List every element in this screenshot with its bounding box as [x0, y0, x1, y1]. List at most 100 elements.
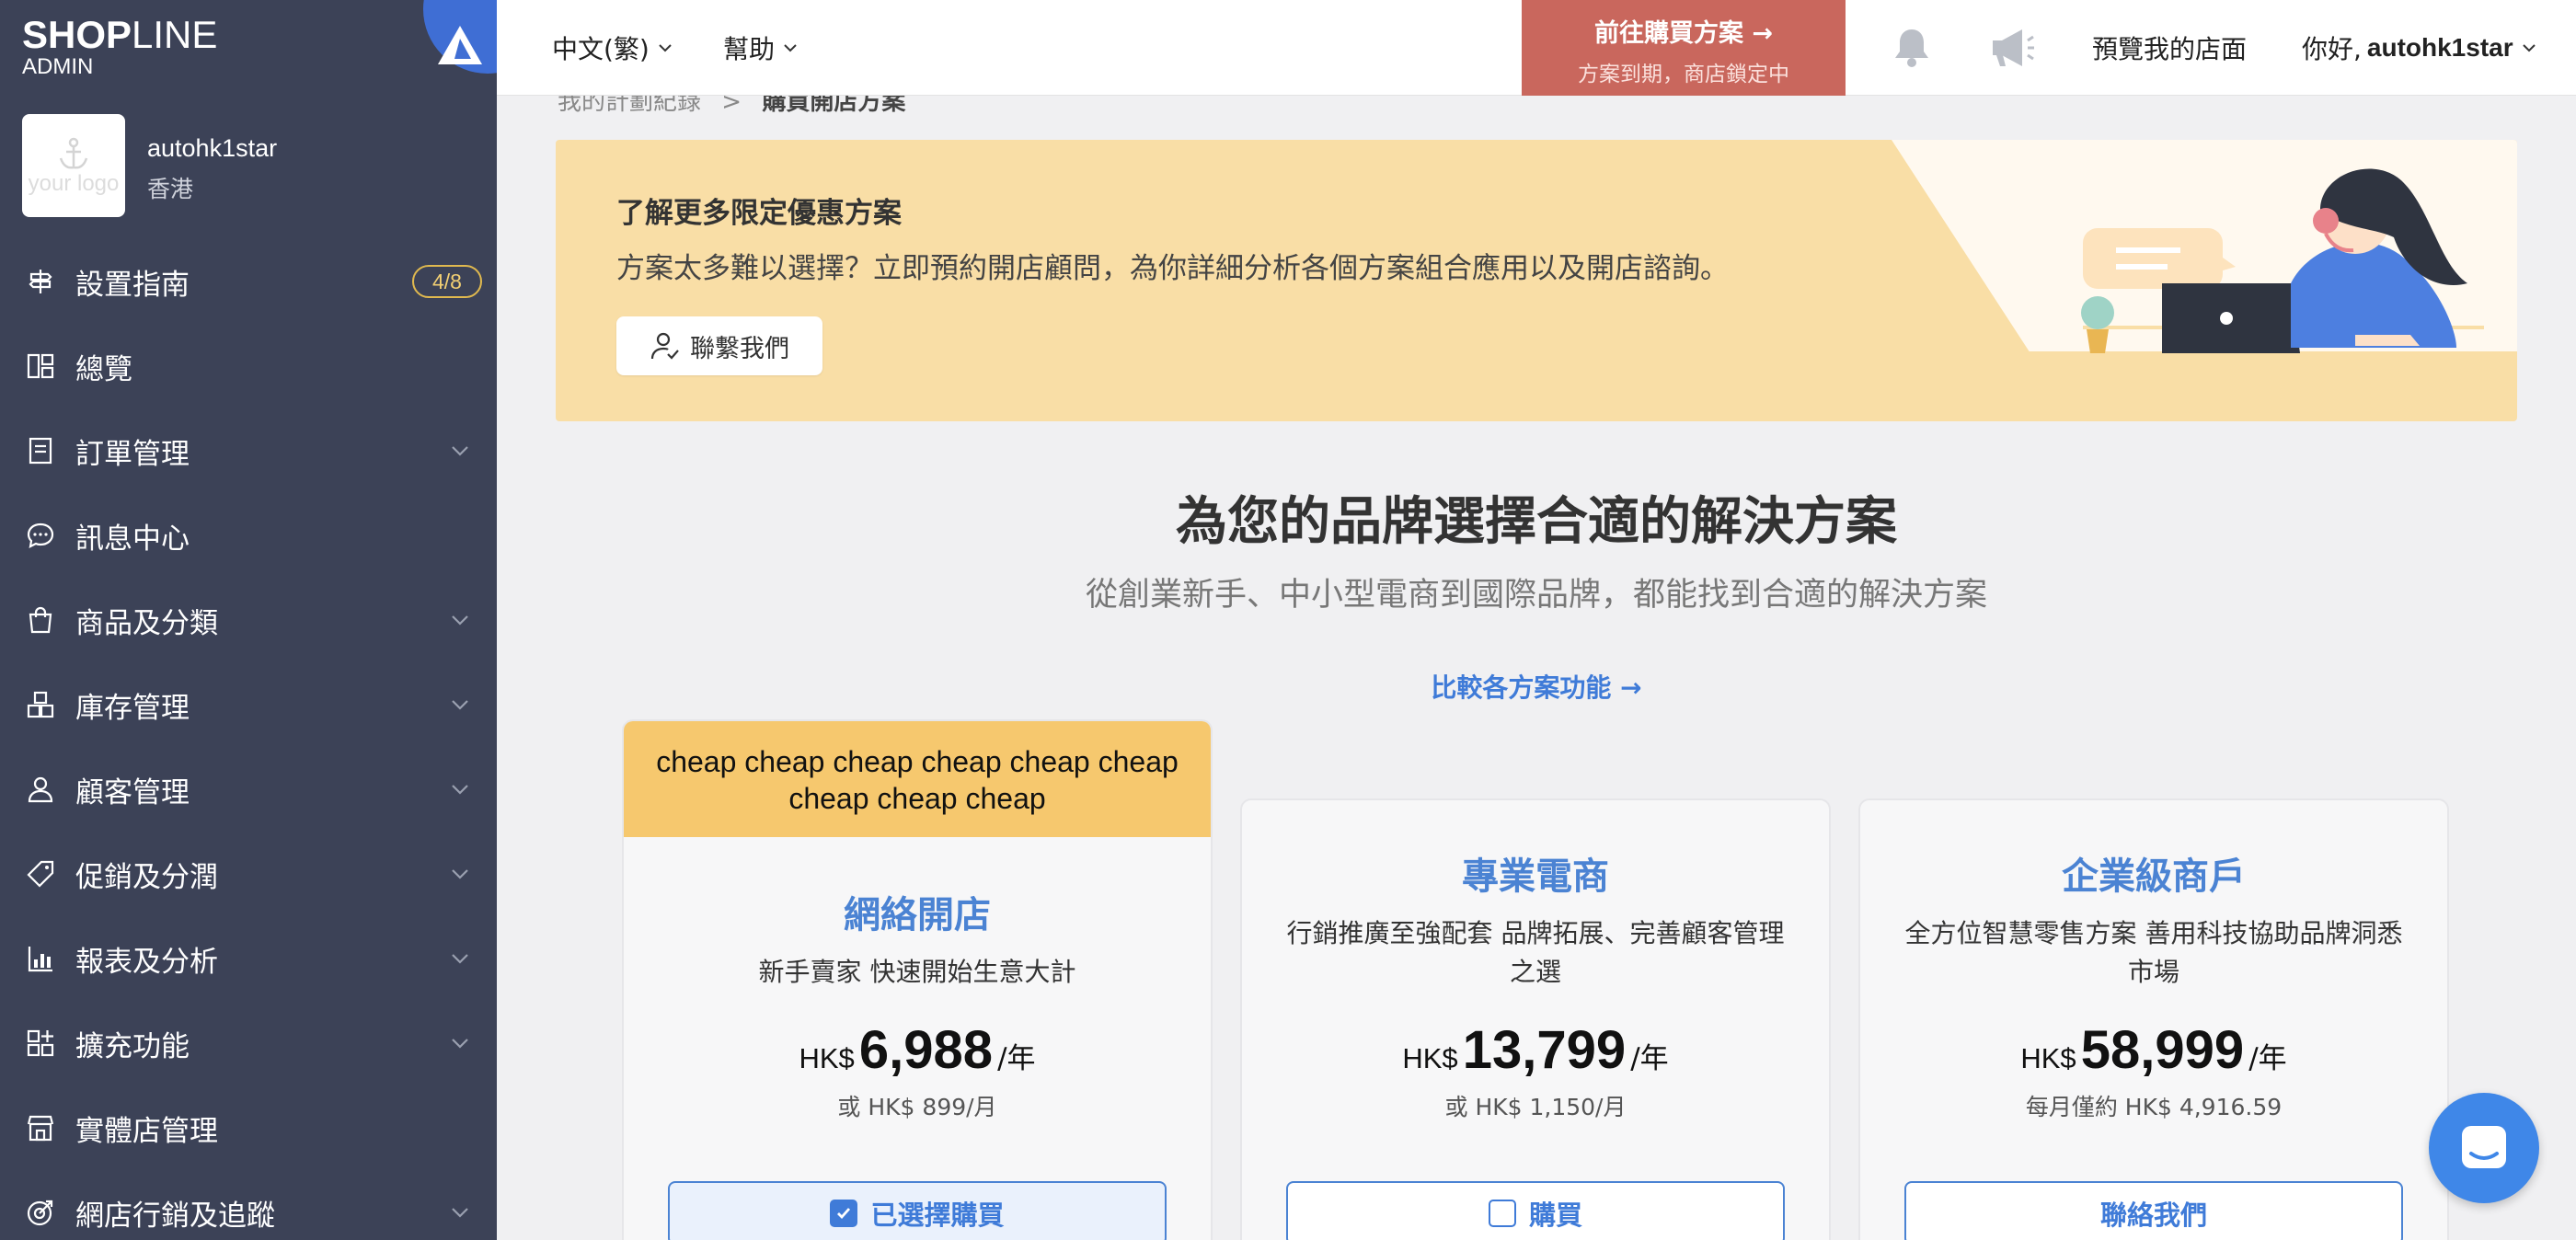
promo-title: 了解更多限定優惠方案: [616, 197, 902, 230]
chevron-down-icon: [784, 44, 797, 52]
chevron-down-icon: [452, 869, 468, 879]
contact-us-button[interactable]: 聯繫我們: [616, 316, 822, 375]
top-header: 中文(繁) 幫助 前往購買方案 → 方案到期，商店鎖定中 預覽我的店面 你好, …: [497, 0, 2576, 96]
user-menu[interactable]: 你好, autohk1star: [2302, 29, 2537, 66]
sidebar-item-label: 庫存管理: [75, 691, 190, 725]
sidebar-item-label: 報表及分析: [75, 945, 218, 979]
breadcrumb-parent[interactable]: 我的計劃紀錄: [558, 96, 701, 116]
plan-name: 網絡開店: [844, 894, 991, 936]
sidebar-item-inventory[interactable]: 庫存管理: [0, 662, 497, 747]
plan-button-label: 購買: [1528, 1200, 1582, 1231]
promo-banner: 了解更多限定優惠方案 方案太多難以選擇？立即預約開店顧問，為你詳細分析各個方案組…: [556, 140, 2517, 421]
breadcrumb: 我的計劃紀錄 > 購買開店方案: [558, 96, 905, 117]
promo-description: 方案太多難以選擇？立即預約開店顧問，為你詳細分析各個方案組合應用以及開店諮詢。: [616, 252, 1729, 285]
store-icon: [26, 1113, 55, 1142]
plan-price: HK$ 58,999 /年: [1860, 1019, 2447, 1081]
help-label: 幫助: [723, 34, 776, 64]
sidebar-item-extensions[interactable]: 擴充功能: [0, 1001, 497, 1085]
sidebar-item-dashboard[interactable]: 總覽: [0, 324, 497, 408]
plan-contact-button[interactable]: 聯絡我們: [1904, 1181, 2403, 1240]
admin-label: ADMIN: [22, 54, 94, 79]
tag-icon: [26, 859, 55, 889]
preview-store-link[interactable]: 預覽我的店面: [2092, 29, 2247, 66]
sidebar-item-label: 設置指南: [75, 268, 190, 302]
chevron-down-icon: [452, 954, 468, 964]
checkbox-checked-icon: [830, 1200, 858, 1227]
sidebar-item-marketing[interactable]: 網店行銷及追蹤: [0, 1170, 497, 1240]
mountain-logo-icon: [438, 26, 482, 64]
sidebar-item-products[interactable]: 商品及分類: [0, 578, 497, 662]
sidebar-item-label: 擴充功能: [75, 1029, 190, 1063]
chevron-down-icon: [452, 1208, 468, 1218]
price-unit: /年: [997, 1042, 1036, 1075]
sidebar-item-reports[interactable]: 報表及分析: [0, 916, 497, 1001]
price-currency: HK$: [1402, 1042, 1458, 1074]
sidebar-item-orders[interactable]: 訂單管理: [0, 408, 497, 493]
checkbox-icon: [1488, 1200, 1516, 1227]
plan-buy-button[interactable]: 購買: [1286, 1181, 1785, 1240]
sidebar-item-label: 商品及分類: [75, 606, 218, 640]
plan-name: 專業電商: [1462, 855, 1609, 898]
plan-selected-button[interactable]: 已選擇購買: [668, 1181, 1167, 1240]
breadcrumb-separator: >: [721, 96, 742, 116]
plan-price: HK$ 6,988 /年: [624, 1019, 1211, 1081]
sidebar-item-label: 總覽: [75, 352, 132, 386]
chevron-down-icon: [452, 785, 468, 795]
main-content: 我的計劃紀錄 > 購買開店方案 了解更多限定優惠方案 方案太多難以選擇？立即預約…: [497, 96, 2576, 1240]
compare-plans-link[interactable]: 比較各方案功能 →: [497, 668, 2576, 705]
price-unit: /年: [2248, 1042, 2287, 1075]
sidebar-nav: 設置指南 4/8 總覽 訂單管理 訊息中心 商品及分類 庫存管理 顧客管理 促銷…: [0, 239, 497, 1240]
plan-button-label: 聯絡我們: [2099, 1200, 2207, 1231]
breadcrumb-current: 購買開店方案: [762, 96, 906, 116]
chevron-down-icon: [452, 446, 468, 456]
plan-button-label: 已選擇購買: [870, 1200, 1005, 1231]
user-check-icon: [650, 332, 679, 360]
chart-icon: [26, 944, 55, 973]
chevron-down-icon: [452, 1039, 468, 1049]
plan-monthly-price: 或 HK$ 1,150/月: [1444, 1094, 1627, 1120]
plan-monthly-price: 每月僅約 HK$ 4,916.59: [2025, 1094, 2283, 1120]
store-info[interactable]: your logo autohk1star 香港: [22, 114, 482, 217]
plan-monthly-price: 或 HK$ 899/月: [837, 1094, 997, 1120]
sidebar-item-customers[interactable]: 顧客管理: [0, 747, 497, 832]
customer-icon: [26, 775, 55, 804]
megaphone-icon[interactable]: [1985, 24, 2037, 75]
price-currency: HK$: [2020, 1042, 2076, 1074]
chat-support-button[interactable]: [2429, 1093, 2539, 1203]
sidebar-item-setup-guide[interactable]: 設置指南 4/8: [0, 239, 497, 324]
plan-description: 全方位智慧零售方案 善用科技協助品牌洞悉市場: [1904, 918, 2403, 987]
guide-icon: [26, 267, 55, 296]
chevron-down-icon: [659, 44, 672, 52]
brand-corner: [423, 0, 497, 74]
store-region: 香港: [147, 176, 194, 202]
price-amount: 6,988: [858, 1020, 993, 1080]
buy-plan-title: 前往購買方案 →: [1593, 19, 1774, 48]
plan-description: 新手賣家 快速開始生意大計: [758, 957, 1076, 987]
message-icon: [26, 521, 55, 550]
sidebar-item-label: 訊息中心: [75, 522, 190, 556]
language-label: 中文(繁): [552, 34, 650, 64]
sidebar-item-label: 網店行銷及追蹤: [75, 1199, 275, 1233]
page-subheading: 從創業新手、中小型電商到國際品牌，都能找到合適的解決方案: [1085, 577, 1987, 614]
help-menu[interactable]: 幫助: [723, 29, 799, 66]
chevron-down-icon: [2522, 44, 2536, 52]
price-unit: /年: [1630, 1042, 1669, 1075]
marketing-icon: [26, 1198, 55, 1227]
inventory-icon: [26, 690, 55, 719]
bell-icon[interactable]: [1888, 24, 1936, 75]
store-logo-text: your logo: [28, 171, 120, 196]
page-heading: 為您的品牌選擇合適的解決方案: [1176, 492, 1897, 552]
apps-icon: [26, 1028, 55, 1058]
price-currency: HK$: [799, 1042, 855, 1074]
plan-card-pro: 專業電商 行銷推廣至強配套 品牌拓展、完善顧客管理之選 HK$ 13,799 /…: [1240, 798, 1831, 1240]
contact-us-label: 聯繫我們: [690, 334, 789, 363]
sidebar-item-messages[interactable]: 訊息中心: [0, 493, 497, 578]
shopline-logo[interactable]: SHOPLINE ADMIN: [22, 15, 217, 79]
sidebar-item-label: 促銷及分潤: [75, 860, 218, 894]
sidebar-item-retail-stores[interactable]: 實體店管理: [0, 1085, 497, 1170]
language-selector[interactable]: 中文(繁): [552, 29, 673, 66]
sidebar-item-promotions[interactable]: 促銷及分潤: [0, 832, 497, 916]
chevron-down-icon: [452, 615, 468, 626]
plan-card-basic: cheap cheap cheap cheap cheap cheap chea…: [622, 719, 1213, 1240]
buy-plan-button[interactable]: 前往購買方案 → 方案到期，商店鎖定中: [1522, 0, 1846, 96]
